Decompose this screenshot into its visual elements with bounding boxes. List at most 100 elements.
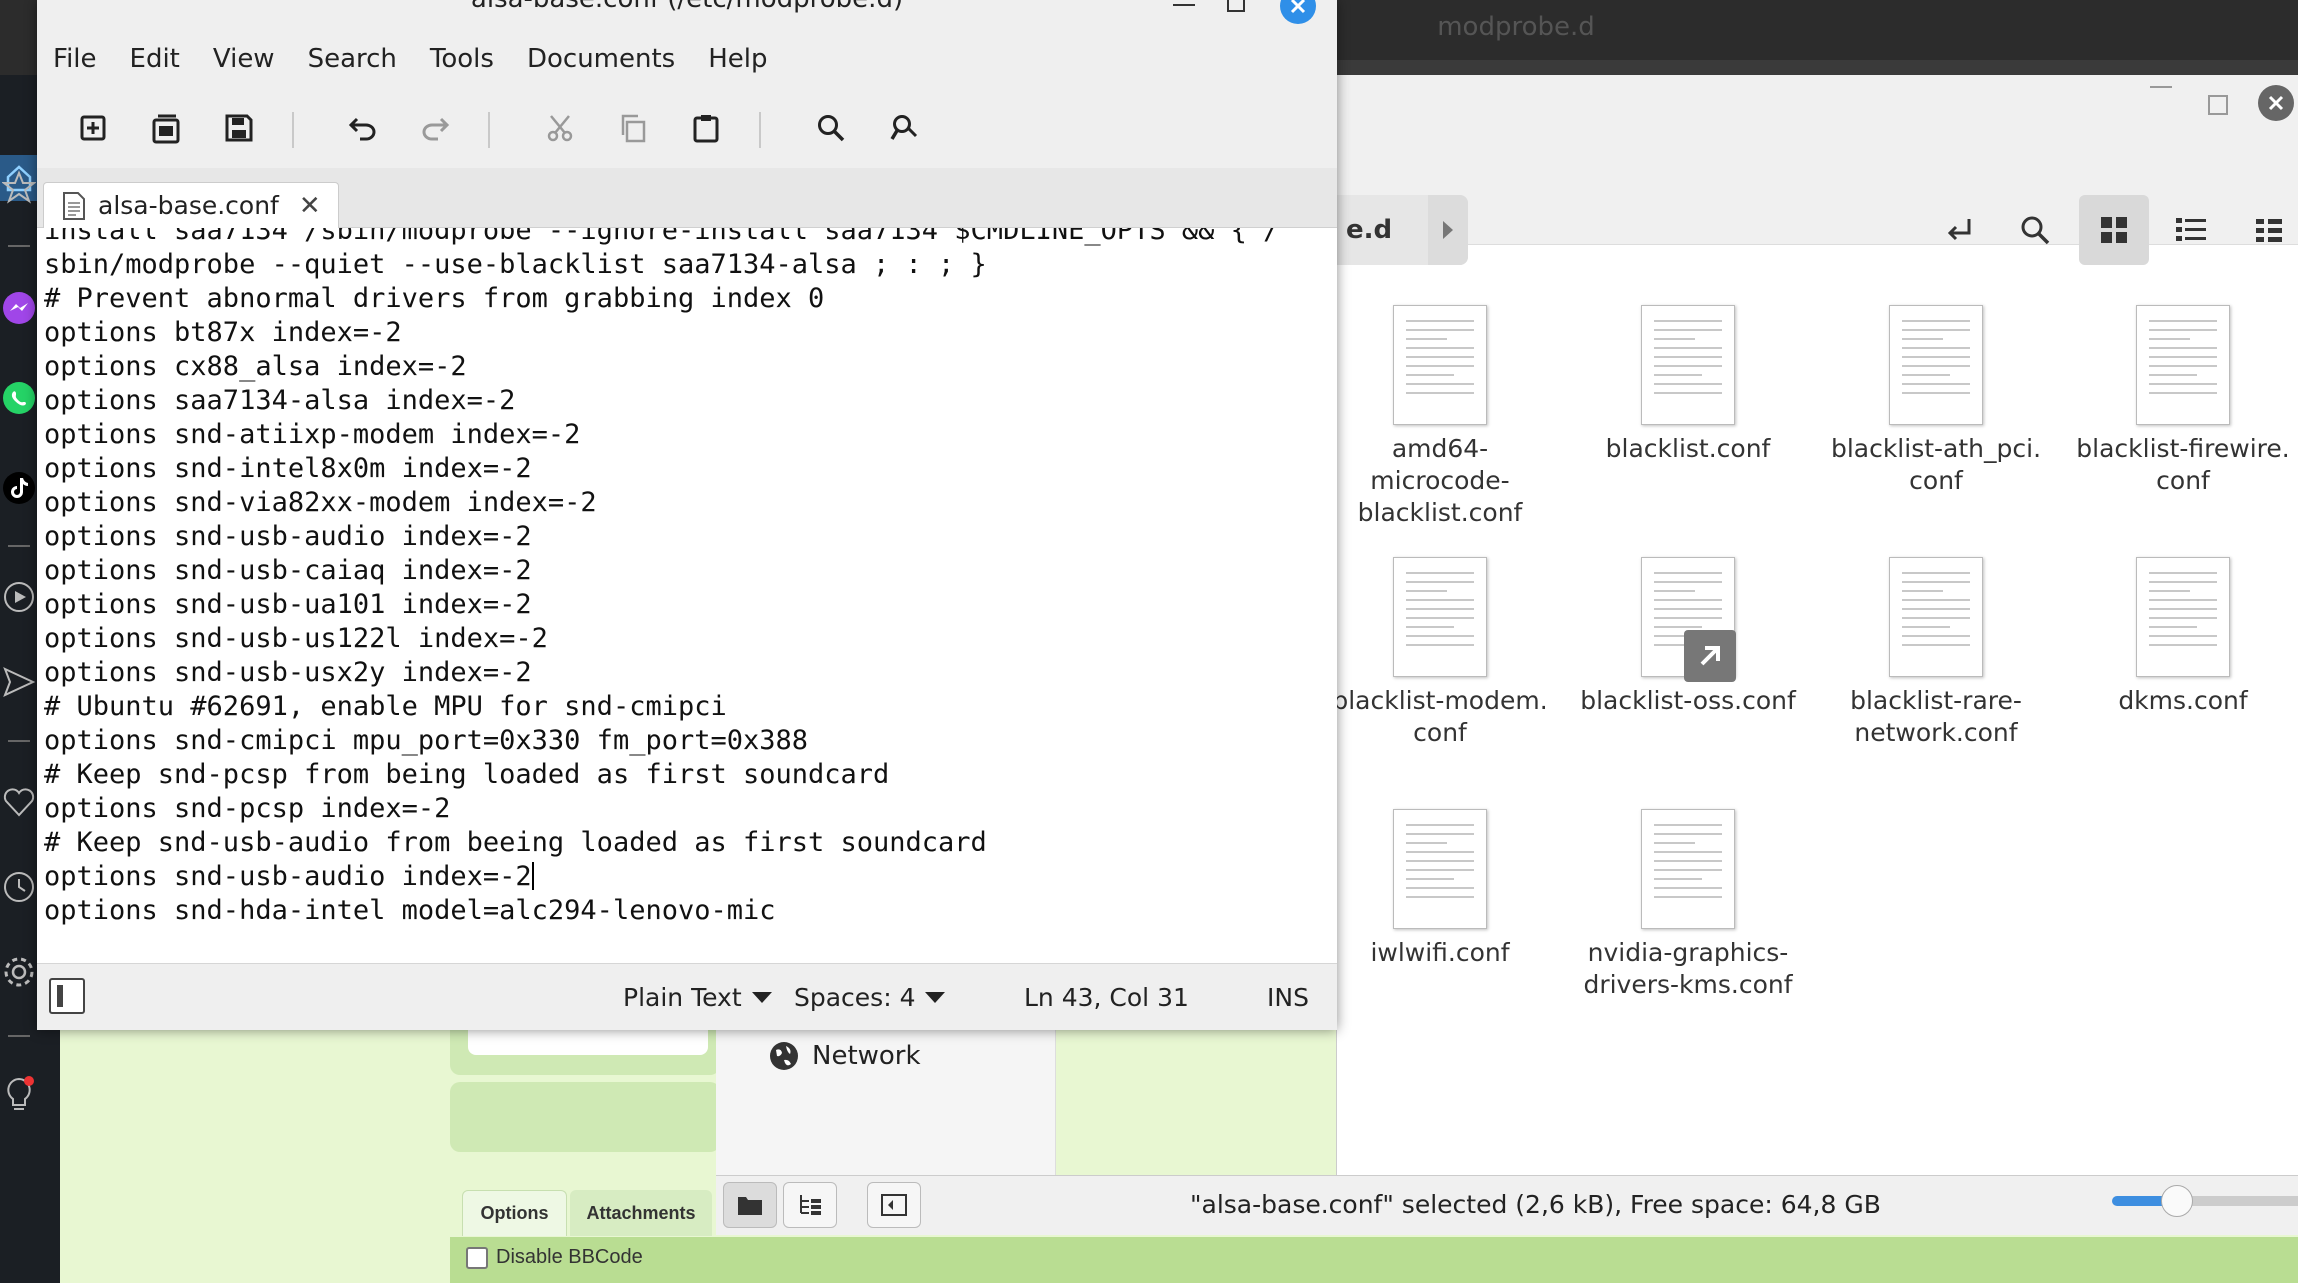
undo-button[interactable] bbox=[337, 102, 389, 154]
disable-bbcode-label: Disable BBCode bbox=[496, 1246, 643, 1268]
chevron-down-icon bbox=[925, 992, 946, 1003]
compact-view-button[interactable] bbox=[2234, 195, 2298, 265]
file-manager-title: modprobe.d bbox=[1437, 12, 1595, 42]
tab-attachments[interactable]: Attachments bbox=[570, 1190, 712, 1236]
editor-text-area[interactable]: install saa7134 /sbin/modprobe --ignore-… bbox=[37, 228, 1337, 963]
file-item-blacklist-rare-network[interactable]: blacklist-rare- network.conf bbox=[1821, 557, 2051, 749]
file-item-amd64-microcode-blacklist[interactable]: amd64- microcode- blacklist.conf bbox=[1325, 305, 1555, 529]
whatsapp-icon[interactable] bbox=[0, 380, 38, 416]
toolbar-separator bbox=[292, 112, 294, 148]
code-line: # Ubuntu #62691, enable MPU for snd-cmip… bbox=[44, 691, 727, 722]
file-name-line: network.conf bbox=[1854, 718, 2018, 747]
text-file-icon bbox=[2136, 557, 2230, 677]
lightbulb-icon[interactable] bbox=[0, 1075, 38, 1115]
menu-view[interactable]: View bbox=[213, 44, 275, 74]
file-name-line: amd64- bbox=[1391, 434, 1489, 463]
code-line: options snd-atiixp-modem index=-2 bbox=[44, 419, 581, 450]
file-item-dkms[interactable]: dkms.conf bbox=[2068, 557, 2298, 717]
file-manager-titlebar bbox=[1337, 75, 2298, 135]
code-line: options snd-usb-usx2y index=-2 bbox=[44, 657, 532, 688]
file-item-blacklist[interactable]: blacklist.conf bbox=[1573, 305, 1803, 465]
paste-button[interactable] bbox=[680, 102, 732, 154]
maximize-button[interactable] bbox=[1227, 0, 1245, 12]
file-item-iwlwifi[interactable]: iwlwifi.conf bbox=[1325, 809, 1555, 969]
file-name-line: conf bbox=[2156, 466, 2210, 495]
menu-edit[interactable]: Edit bbox=[130, 44, 180, 74]
close-icon bbox=[1290, 0, 1306, 14]
new-file-button[interactable] bbox=[67, 102, 119, 154]
star-icon[interactable] bbox=[0, 170, 38, 204]
copy-button[interactable] bbox=[607, 102, 659, 154]
file-item-nvidia-graphics-drivers-kms[interactable]: nvidia-graphics- drivers-kms.conf bbox=[1573, 809, 1803, 1001]
breadcrumb-next-button[interactable] bbox=[1428, 195, 1468, 265]
language-selector[interactable]: Plain Text bbox=[623, 983, 772, 1012]
tiktok-icon[interactable] bbox=[0, 470, 38, 506]
tab-alsa-base-conf[interactable]: alsa-base.conf ✕ bbox=[43, 182, 339, 228]
icon-view-button[interactable] bbox=[2079, 195, 2149, 265]
menu-search[interactable]: Search bbox=[308, 44, 397, 74]
save-icon bbox=[225, 114, 253, 142]
disable-bbcode-option[interactable]: Disable BBCode bbox=[466, 1246, 643, 1269]
file-item-blacklist-oss[interactable]: blacklist-oss.conf bbox=[1573, 557, 1803, 717]
tab-options[interactable]: Options bbox=[462, 1190, 567, 1236]
menu-help[interactable]: Help bbox=[708, 44, 767, 74]
text-file-icon bbox=[1393, 809, 1487, 929]
file-item-blacklist-ath-pci[interactable]: blacklist-ath_pci. conf bbox=[1821, 305, 2051, 497]
list-view-button[interactable] bbox=[2156, 195, 2226, 265]
sidebar-collapse-icon bbox=[881, 1194, 907, 1216]
breadcrumb-current[interactable]: e.d bbox=[1346, 215, 1392, 245]
path-toggle-button[interactable] bbox=[1925, 195, 1995, 265]
tree-toggle-button[interactable] bbox=[783, 1182, 837, 1228]
zoom-slider-track bbox=[2185, 1196, 2298, 1206]
disable-bbcode-checkbox[interactable] bbox=[466, 1246, 488, 1269]
dock-separator bbox=[8, 545, 30, 547]
menu-tools[interactable]: Tools bbox=[430, 44, 494, 74]
file-manager-status-text: "alsa-base.conf" selected (2,6 kB), Free… bbox=[1190, 1190, 1881, 1219]
sidebar-item-network[interactable]: Network bbox=[768, 1040, 921, 1072]
file-name-line: blacklist-rare- bbox=[1850, 686, 2022, 715]
cursor-position[interactable]: Ln 43, Col 31 bbox=[1024, 983, 1189, 1012]
player-icon[interactable] bbox=[0, 580, 38, 614]
language-label: Plain Text bbox=[623, 983, 742, 1012]
open-file-button[interactable] bbox=[140, 102, 192, 154]
code-line: options snd-hda-intel model=alc294-lenov… bbox=[44, 895, 776, 926]
zoom-slider-handle[interactable] bbox=[2161, 1185, 2193, 1217]
zoom-slider[interactable] bbox=[2112, 1185, 2298, 1217]
messenger-icon[interactable] bbox=[0, 290, 38, 326]
menu-documents[interactable]: Documents bbox=[527, 44, 675, 74]
find-button[interactable] bbox=[805, 102, 857, 154]
save-button[interactable] bbox=[213, 102, 265, 154]
menu-file[interactable]: File bbox=[53, 44, 97, 74]
settings-gear-icon[interactable] bbox=[0, 955, 38, 989]
breadcrumb[interactable]: e.d bbox=[1336, 195, 1468, 265]
fm-close-button[interactable] bbox=[2258, 85, 2294, 121]
dock-separator bbox=[8, 245, 30, 247]
file-item-blacklist-modem[interactable]: blacklist-modem. conf bbox=[1325, 557, 1555, 749]
redo-button[interactable] bbox=[409, 102, 461, 154]
editor-close-button[interactable] bbox=[1280, 0, 1316, 24]
insert-mode[interactable]: INS bbox=[1267, 983, 1309, 1012]
text-file-icon bbox=[1889, 305, 1983, 425]
paste-icon bbox=[693, 115, 719, 143]
cut-button[interactable] bbox=[534, 102, 586, 154]
file-name-line: iwlwifi.conf bbox=[1370, 938, 1510, 967]
minimize-button[interactable] bbox=[2150, 86, 2172, 88]
heart-icon[interactable] bbox=[0, 785, 38, 819]
sidebar-collapse-button[interactable] bbox=[867, 1182, 921, 1228]
text-file-icon bbox=[2136, 305, 2230, 425]
history-icon[interactable] bbox=[0, 870, 38, 904]
side-panel-toggle-button[interactable] bbox=[49, 978, 85, 1014]
sidebar-item-label: Network bbox=[812, 1041, 921, 1071]
fm-search-button[interactable] bbox=[2000, 195, 2070, 265]
maximize-button[interactable] bbox=[2208, 95, 2228, 115]
find-replace-button[interactable] bbox=[878, 102, 930, 154]
send-icon[interactable] bbox=[0, 665, 38, 699]
minimize-button[interactable] bbox=[1173, 4, 1195, 6]
tab-width-selector[interactable]: Spaces: 4 bbox=[794, 983, 946, 1012]
file-item-blacklist-firewire[interactable]: blacklist-firewire. conf bbox=[2068, 305, 2298, 497]
text-document-icon bbox=[63, 191, 85, 220]
places-toggle-button[interactable] bbox=[723, 1182, 777, 1228]
search-icon bbox=[818, 115, 845, 142]
tab-close-button[interactable]: ✕ bbox=[299, 191, 321, 221]
code-line: options cx88_alsa index=-2 bbox=[44, 351, 467, 382]
